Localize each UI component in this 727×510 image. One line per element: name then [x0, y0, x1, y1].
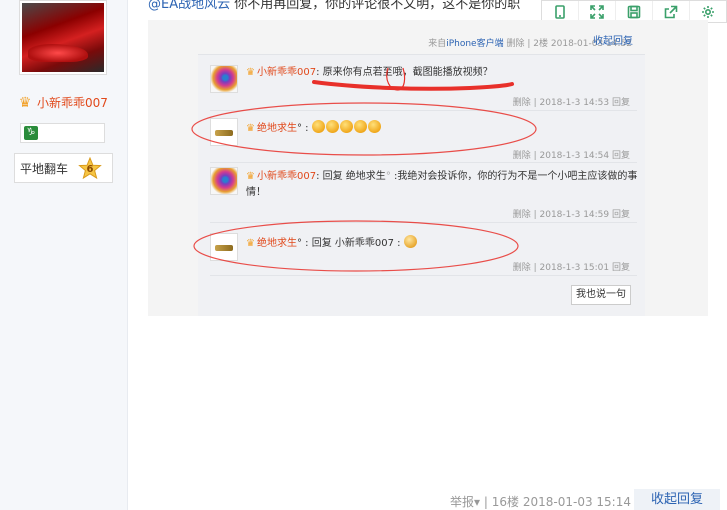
grin-emoji-icon — [325, 120, 339, 133]
colon: : — [316, 171, 320, 182]
reply-item: ♛ 小新乖乖007: 原来你有点若至哦，截图能播放视频？ 删除 | 2018-1-… — [210, 65, 638, 108]
post-meta-bottom: 举报▾ | 16楼 2018-01-03 15:14 — [450, 493, 631, 510]
post-time: 2018-01-03 15:14 — [522, 495, 631, 509]
delete-link: 删除 — [506, 39, 525, 49]
emoji-row — [311, 120, 382, 134]
reply-text-line: @EA战地风云 你不用再回复，你的评论很不文明，这不是你的职 — [148, 0, 568, 13]
divider — [210, 222, 637, 223]
crown-icon: ♛ — [246, 238, 255, 249]
username-link[interactable]: 小新乖乖007 — [37, 94, 108, 111]
tool-save[interactable] — [616, 1, 653, 22]
reply-word: 回复 — [311, 238, 332, 249]
collapse-replies-button[interactable]: 收起回复 — [634, 489, 720, 510]
separator: | — [527, 39, 531, 49]
reply-item: ♛ 绝地求生° : 删除 | 2018-1-3 14:54 回复 — [210, 118, 638, 161]
eye-avatar-image — [211, 168, 237, 194]
save-icon — [627, 5, 641, 18]
reply-avatar — [210, 65, 238, 93]
divider — [210, 275, 637, 276]
reply-body: ♛ 小新乖乖007: 回复 绝地求生° :我绝对会投诉你，你的行为不是一个小吧主应… — [246, 169, 638, 201]
page: ♛ 小新乖乖007 ♑ 平地翻车 6 @EA战地风云 你不用再回复，你的评论很不… — [0, 0, 727, 510]
reply-avatar — [210, 118, 238, 146]
divider — [210, 110, 637, 111]
author-suffix: ° : — [296, 123, 309, 134]
reply-target: 绝地求生 — [345, 171, 386, 182]
reply-author: 绝地求生 — [256, 238, 297, 249]
eye-avatar-image — [211, 66, 237, 92]
source-label: 来自 — [428, 39, 447, 49]
zodiac-capricorn-icon[interactable]: ♑ — [24, 126, 38, 140]
reply-word: 回复 — [322, 171, 343, 182]
rifle-avatar-image — [211, 119, 237, 145]
floor-number: 2楼 — [533, 39, 549, 49]
tool-share[interactable] — [653, 1, 690, 22]
rifle-avatar-image — [211, 234, 237, 260]
avatar-image — [22, 3, 104, 72]
divider — [210, 162, 637, 163]
colon: : — [316, 67, 320, 78]
level-number: 6 — [86, 164, 94, 175]
reply-text: 原来你有点若至哦，截图能播放视频？ — [322, 67, 493, 78]
separator: | — [483, 495, 488, 509]
reply-item: ♛ 绝地求生° : 回复 小新乖乖007 : 删除 | 2018-1-3 15:0… — [210, 233, 638, 273]
reply-meta: 删除 | 2018-1-3 14:53 回复 — [512, 98, 630, 108]
reply-meta: 删除 | 2018-1-3 14:54 回复 — [512, 151, 630, 161]
reply-text: 你不用再回复，你的评论很不文明，这不是你的职 — [230, 0, 521, 12]
settings-icon — [702, 5, 714, 18]
reply-thread: ♛ 小新乖乖007: 原来你有点若至哦，截图能播放视频？ 删除 | 2018-1-… — [198, 54, 645, 316]
level-star-icon: 6 — [78, 156, 102, 181]
user-avatar[interactable] — [19, 0, 107, 75]
reply-body: ♛ 绝地求生° : — [246, 120, 638, 137]
embedded-screenshot[interactable]: 来自iPhone客户端 删除 | 2楼 2018-01-03 14:52 收起回… — [148, 20, 708, 316]
floor-number: 16楼 — [491, 495, 520, 509]
reply-author: 绝地求生 — [256, 123, 297, 134]
tool-fullscreen[interactable] — [579, 1, 616, 22]
grin-emoji-icon — [367, 120, 381, 133]
crown-icon: ♛ — [246, 67, 255, 78]
user-sidebar: ♛ 小新乖乖007 ♑ 平地翻车 6 — [0, 0, 128, 510]
report-link[interactable]: 举报▾ — [450, 495, 480, 509]
grin-emoji-icon — [311, 120, 325, 133]
crown-icon: ♛ — [18, 94, 32, 111]
reply-author: 小新乖乖007 — [256, 67, 317, 78]
reply-author: 小新乖乖007 — [256, 171, 317, 182]
tool-settings[interactable] — [690, 1, 726, 22]
reply-text: : — [394, 238, 401, 249]
share-icon — [664, 5, 678, 18]
crown-icon: ♛ — [246, 171, 255, 182]
reply-item: ♛ 小新乖乖007: 回复 绝地求生° :我绝对会投诉你，你的行为不是一个小吧主应… — [210, 167, 638, 220]
mention-link[interactable]: @EA战地风云 — [148, 0, 230, 12]
tool-phone[interactable] — [542, 1, 579, 22]
grin-emoji-icon — [353, 120, 367, 133]
angry-emoji-icon — [403, 235, 417, 248]
collapse-replies-top: 收起回复 — [593, 36, 633, 47]
grin-emoji-icon — [339, 120, 353, 133]
fullscreen-icon — [590, 4, 604, 19]
reply-meta: 删除 | 2018-1-3 14:59 回复 — [512, 210, 630, 220]
phone-icon — [555, 4, 565, 19]
client-link: iPhone客户端 — [446, 39, 504, 49]
username-row: ♛ 小新乖乖007 — [17, 94, 108, 111]
author-suffix: ° : — [296, 238, 309, 249]
crown-icon: ♛ — [246, 123, 255, 134]
reply-meta: 删除 | 2018-1-3 15:01 回复 — [512, 263, 630, 273]
reply-body: ♛ 绝地求生° : 回复 小新乖乖007 : — [246, 235, 638, 252]
reply-target: 小新乖乖007 — [334, 238, 394, 249]
reply-avatar — [210, 167, 238, 195]
level-name: 平地翻车 — [20, 161, 69, 176]
level-box[interactable]: 平地翻车 6 — [14, 153, 113, 183]
reply-body: ♛ 小新乖乖007: 原来你有点若至哦，截图能播放视频？ — [246, 65, 638, 81]
reply-avatar — [210, 233, 238, 261]
say-something-button: 我也说一句 — [571, 285, 631, 305]
badge-box: ♑ — [20, 123, 105, 143]
